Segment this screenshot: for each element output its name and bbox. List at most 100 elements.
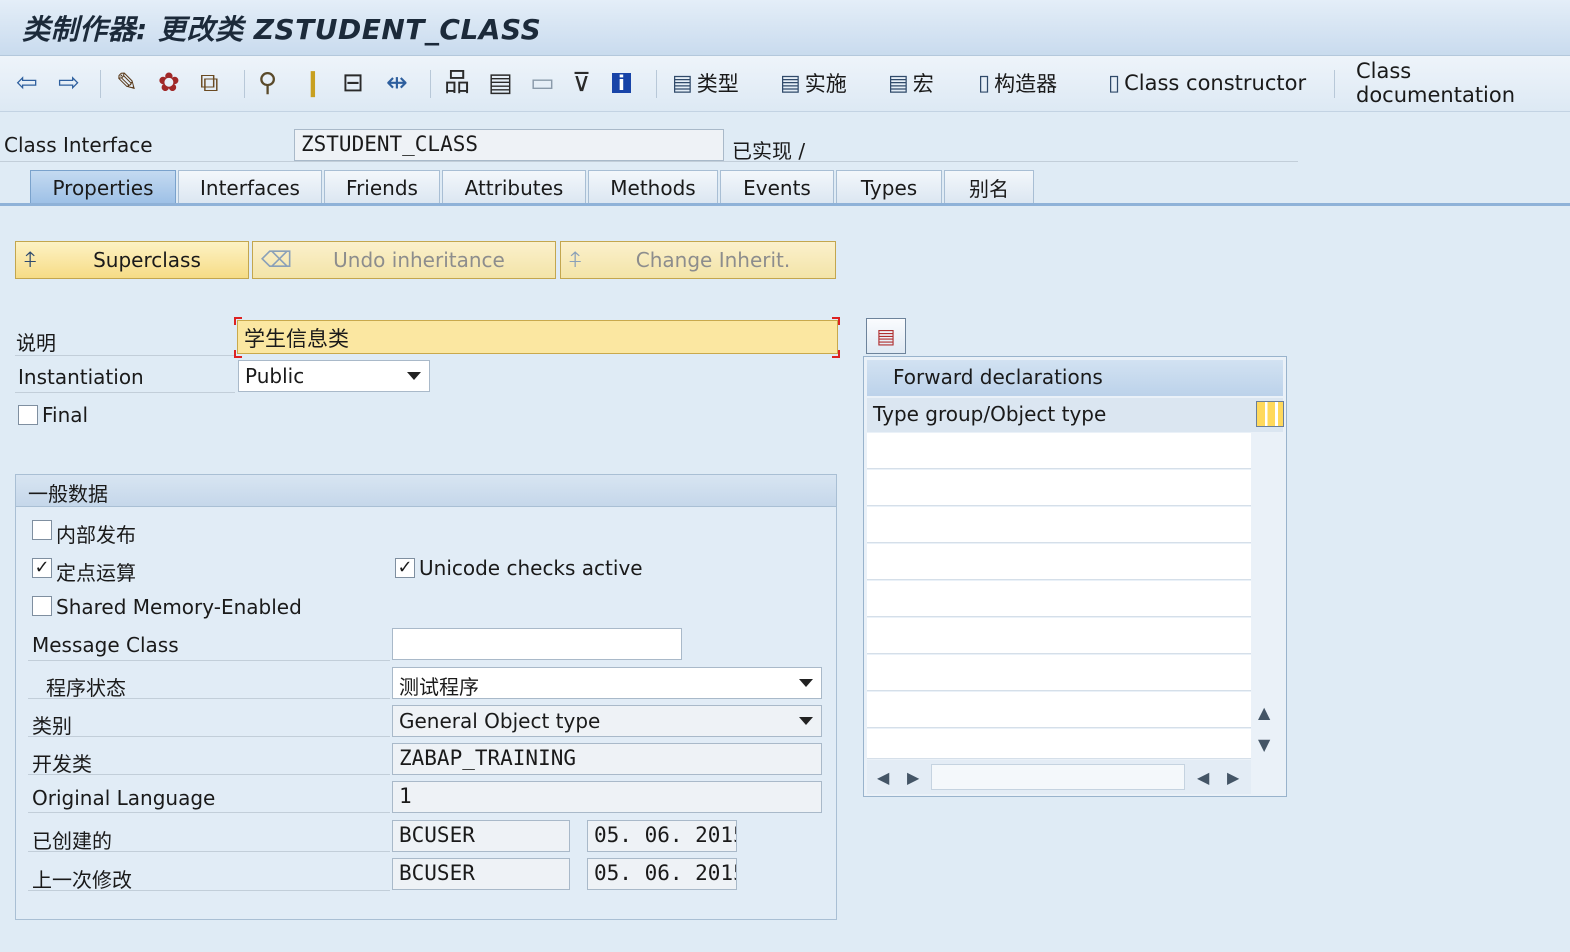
instantiation-value: Public: [245, 364, 305, 388]
filter-icon[interactable]: ⊽: [572, 66, 591, 100]
toolbar-separator: [430, 70, 431, 98]
category-select[interactable]: General Object type: [392, 705, 822, 737]
description-label: 说明: [16, 331, 56, 355]
check-icon[interactable]: ✎: [116, 66, 138, 100]
program-status-select[interactable]: 测试程序: [392, 667, 822, 699]
unicode-checks-label: Unicode checks active: [419, 556, 643, 580]
general-data-title: 一般数据: [28, 482, 108, 506]
general-data-header: 一般数据: [16, 475, 836, 507]
category-value: General Object type: [399, 709, 601, 733]
toolbar-separator: [656, 70, 657, 98]
changed-date-field[interactable]: 05. 06. 2015: [587, 858, 737, 890]
tab-events[interactable]: Events: [720, 170, 834, 204]
created-date-field[interactable]: 05. 06. 2015: [587, 820, 737, 852]
table-icon[interactable]: ▭: [530, 66, 555, 100]
scroll-up-icon[interactable]: ▲: [1258, 703, 1270, 722]
print-icon[interactable]: ▤: [488, 66, 513, 100]
toolbar-separator: [244, 70, 245, 98]
tab-attributes[interactable]: Attributes: [442, 170, 586, 204]
forward-declarations-title: Forward declarations: [867, 360, 1283, 396]
label-underline: [15, 355, 235, 356]
label-underline: [28, 890, 390, 891]
instantiation-label: Instantiation: [18, 365, 144, 389]
constructor-button[interactable]: ▯ 构造器: [978, 66, 1057, 100]
navigate-icon[interactable]: ⇹: [386, 66, 408, 100]
created-by-user-field[interactable]: BCUSER: [392, 820, 570, 852]
fixed-point-checkbox[interactable]: ✓: [32, 558, 52, 578]
category-label: 类别: [32, 714, 72, 738]
chevron-down-icon: [407, 372, 421, 380]
required-marker: [832, 350, 840, 358]
final-checkbox[interactable]: [18, 405, 38, 425]
toolbar-separator: [1334, 70, 1335, 98]
change-inheritance-button[interactable]: ⍏ Change Inherit.: [560, 241, 836, 279]
tab-properties[interactable]: Properties: [30, 170, 176, 204]
breakpoint-icon[interactable]: ❙: [302, 66, 324, 100]
scroll-down-icon[interactable]: ▼: [1258, 735, 1270, 754]
scroll-left-icon[interactable]: ◀: [877, 768, 889, 787]
original-language-field[interactable]: 1: [392, 781, 822, 813]
scroll-left-icon[interactable]: ◀: [1197, 768, 1209, 787]
required-marker: [234, 350, 242, 358]
class-documentation-button[interactable]: Class documentation: [1356, 59, 1570, 107]
table-row[interactable]: [867, 470, 1251, 506]
tab-types[interactable]: Types: [836, 170, 942, 204]
tab-friends[interactable]: Friends: [324, 170, 440, 204]
original-language-label: Original Language: [32, 786, 216, 810]
table-row[interactable]: [867, 729, 1251, 759]
horizontal-scrollbar[interactable]: ◀ ▶ ◀ ▶: [867, 760, 1251, 794]
table-row[interactable]: [867, 655, 1251, 691]
document-list-icon: ▤: [888, 70, 909, 96]
tab-methods[interactable]: Methods: [588, 170, 718, 204]
document-list-icon: ▤: [780, 70, 801, 96]
superclass-button[interactable]: ⍏ Superclass: [15, 241, 249, 279]
instantiation-select[interactable]: Public: [238, 360, 430, 392]
package-label: 开发类: [32, 752, 92, 776]
class-constructor-button[interactable]: ▯ Class constructor: [1108, 66, 1306, 100]
forward-declarations-panel: Forward declarations Type group/Object t…: [863, 356, 1287, 797]
label-underline: [28, 812, 390, 813]
label-underline: [28, 774, 390, 775]
changed-by-user-field[interactable]: BCUSER: [392, 858, 570, 890]
package-field[interactable]: ZABAP_TRAINING: [392, 743, 822, 775]
last-changed-label: 上一次修改: [32, 868, 132, 892]
tab-aliases[interactable]: 别名: [944, 170, 1034, 204]
class-tree-icon[interactable]: 品: [444, 66, 470, 100]
table-row[interactable]: [867, 581, 1251, 617]
table-row[interactable]: [867, 544, 1251, 580]
implementation-button[interactable]: ▤ 实施: [780, 66, 847, 100]
column-settings-icon[interactable]: [1256, 401, 1284, 427]
forward-arrow-icon[interactable]: ⇨: [58, 66, 80, 100]
message-class-input[interactable]: [392, 628, 682, 660]
tab-strip: Properties Interfaces Friends Attributes…: [0, 168, 1570, 206]
shared-memory-checkbox[interactable]: [32, 596, 52, 616]
unicode-checks-checkbox[interactable]: ✓: [395, 558, 415, 578]
activate-icon[interactable]: ✿: [158, 66, 180, 100]
program-status-label: 程序状态: [46, 676, 126, 700]
internal-release-label: 内部发布: [56, 523, 136, 547]
scroll-track[interactable]: [931, 764, 1185, 790]
internal-release-checkbox[interactable]: [32, 520, 52, 540]
where-used-icon[interactable]: ⧉: [200, 66, 219, 100]
types-button[interactable]: ▤ 类型: [672, 66, 739, 100]
type-group-column-header[interactable]: Type group/Object type: [867, 398, 1284, 432]
table-row[interactable]: [867, 433, 1251, 469]
back-arrow-icon[interactable]: ⇦: [16, 66, 38, 100]
header-divider: [0, 161, 1298, 162]
info-icon[interactable]: i: [612, 66, 631, 100]
scroll-right-icon[interactable]: ▶: [907, 768, 919, 787]
class-interface-label: Class Interface: [4, 133, 153, 157]
forward-declarations-toggle-icon[interactable]: ▤: [866, 318, 906, 354]
scroll-right-icon[interactable]: ▶: [1227, 768, 1239, 787]
description-input[interactable]: 学生信息类: [237, 320, 838, 354]
class-name-field[interactable]: ZSTUDENT_CLASS: [294, 129, 724, 161]
table-row[interactable]: [867, 507, 1251, 543]
implementation-status: 已实现 /: [732, 139, 806, 163]
display-object-icon[interactable]: ⊟: [342, 66, 364, 100]
hierarchy-icon[interactable]: ⚲: [258, 66, 277, 100]
tab-interfaces[interactable]: Interfaces: [178, 170, 322, 204]
macros-button[interactable]: ▤ 宏: [888, 66, 934, 100]
undo-inheritance-button[interactable]: ⌫ Undo inheritance: [252, 241, 556, 279]
table-row[interactable]: [867, 692, 1251, 728]
table-row[interactable]: [867, 618, 1251, 654]
